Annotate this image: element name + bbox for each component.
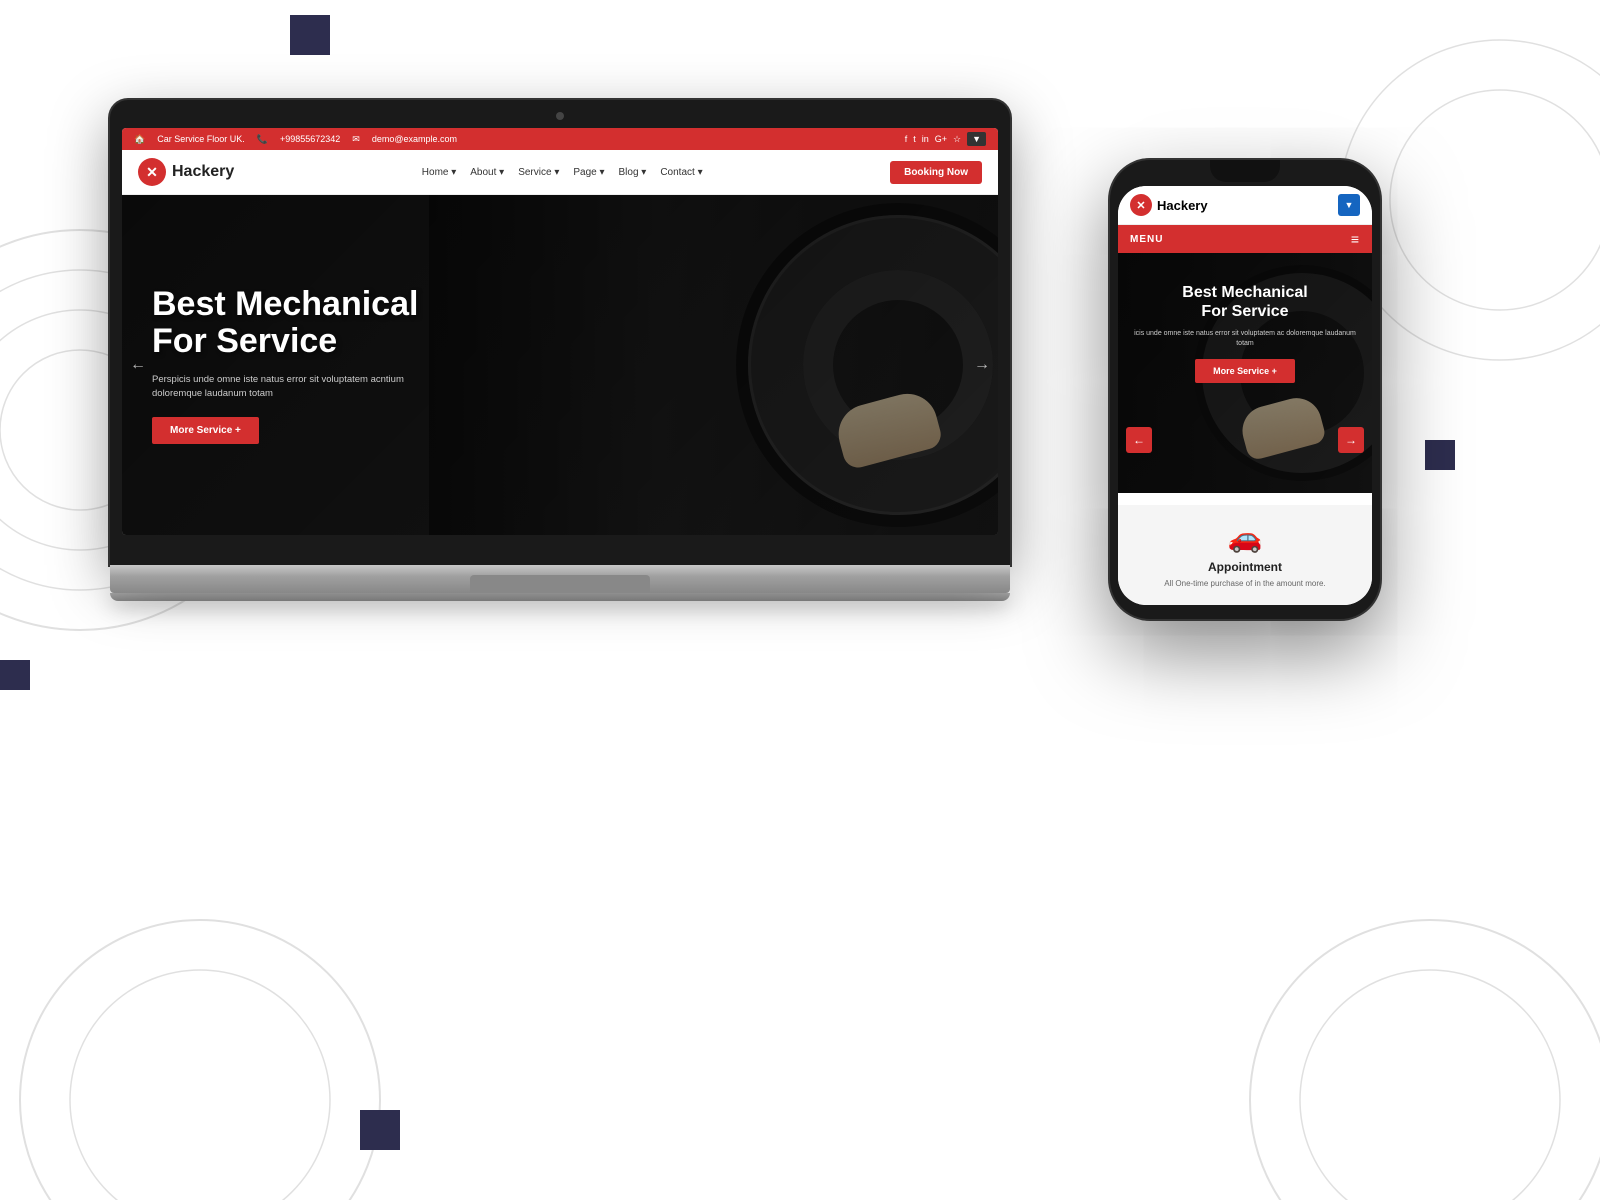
phone-brand-name: Hackery: [1157, 198, 1208, 213]
phone-logo: ✕ Hackery: [1130, 194, 1208, 216]
phone-menu-label: MENU: [1130, 234, 1163, 245]
phone-mockup: ✕ Hackery ▼ MENU ≡: [1110, 160, 1380, 619]
phone-menu-bar: MENU ≡: [1118, 225, 1372, 253]
deco-square-3: [1425, 440, 1455, 470]
phone-hero: Best Mechanical For Service icis unde om…: [1118, 253, 1372, 493]
nav-page[interactable]: Page ▾: [573, 167, 604, 178]
nav-links: Home ▾ About ▾ Service ▾ Page ▾ Blog ▾ C…: [422, 167, 703, 178]
laptop-base: [110, 565, 1010, 593]
nav-contact[interactable]: Contact ▾: [660, 167, 702, 178]
phone-card-text: All One-time purchase of in the amount m…: [1130, 578, 1360, 589]
logo-icon: ✕: [138, 158, 166, 186]
hero-section: Best Mechanical For Service Perspicis un…: [122, 195, 998, 535]
email-icon: ✉: [352, 134, 360, 145]
phone-card-section: 🚗 Appointment All One-time purchase of i…: [1118, 505, 1372, 605]
phone-prev-arrow[interactable]: ←: [1126, 427, 1152, 453]
hero-title-line1: Best Mechanical: [152, 286, 418, 323]
address-icon: 🏠: [134, 134, 145, 145]
nav-bar: ✕ Hackery Home ▾ About ▾ Service ▾ Page …: [122, 150, 998, 195]
brand-name: Hackery: [172, 163, 234, 181]
address-text: Car Service Floor UK.: [157, 134, 245, 144]
deco-square-2: [0, 660, 30, 690]
more-service-button[interactable]: More Service +: [152, 417, 259, 444]
car-icon: 🚗: [1130, 521, 1360, 554]
hero-content: Best Mechanical For Service Perspicis un…: [122, 256, 448, 474]
social-tw[interactable]: t: [913, 134, 916, 144]
hero-subtitle: Perspicis unde omne iste natus error sit…: [152, 373, 412, 402]
booking-button[interactable]: Booking Now: [890, 161, 982, 184]
hero-prev-arrow[interactable]: ←: [130, 356, 146, 374]
laptop-mockup: 🏠 Car Service Floor UK. 📞 +99855672342 ✉…: [110, 100, 1010, 601]
phone-lang-toggle[interactable]: ▼: [1338, 194, 1360, 216]
social-fb[interactable]: f: [905, 134, 908, 144]
phone-website: ✕ Hackery ▼ MENU ≡: [1118, 186, 1372, 605]
hero-title-line2: For Service: [152, 323, 418, 360]
social-star[interactable]: ☆: [953, 134, 961, 145]
website-content: 🏠 Car Service Floor UK. 📞 +99855672342 ✉…: [122, 128, 998, 535]
phone-logo-icon: ✕: [1130, 194, 1152, 216]
phone-outer: ✕ Hackery ▼ MENU ≡: [1110, 160, 1380, 619]
top-bar: 🏠 Car Service Floor UK. 📞 +99855672342 ✉…: [122, 128, 998, 150]
phone-hero-line1: Best Mechanical: [1132, 283, 1358, 302]
laptop-foot: [110, 593, 1010, 601]
deco-square-1: [290, 15, 330, 55]
phone-more-service-button[interactable]: More Service +: [1195, 359, 1295, 383]
phone-hero-title: Best Mechanical For Service: [1132, 283, 1358, 321]
laptop-notch: [470, 575, 650, 593]
hero-title: Best Mechanical For Service: [152, 286, 418, 361]
phone-screen: ✕ Hackery ▼ MENU ≡: [1118, 186, 1372, 605]
phone-hero-subtitle: icis unde omne iste natus error sit volu…: [1132, 329, 1358, 349]
phone-icon: 📞: [257, 134, 268, 145]
nav-about[interactable]: About ▾: [470, 167, 504, 178]
phone-card-title: Appointment: [1130, 560, 1360, 574]
deco-square-4: [360, 1110, 400, 1150]
top-bar-right: f t in G+ ☆ ▼: [905, 132, 986, 146]
laptop-camera: [556, 112, 564, 120]
social-gp[interactable]: G+: [935, 134, 947, 144]
phone-notch: [1210, 160, 1280, 182]
phone-nav: ✕ Hackery ▼: [1118, 186, 1372, 225]
phone-next-arrow[interactable]: →: [1338, 427, 1364, 453]
nav-blog[interactable]: Blog ▾: [619, 167, 647, 178]
phone-hamburger-icon[interactable]: ≡: [1351, 231, 1360, 247]
nav-home[interactable]: Home ▾: [422, 167, 456, 178]
phone-card-spacer: [1118, 493, 1372, 505]
laptop-screen-outer: 🏠 Car Service Floor UK. 📞 +99855672342 ✉…: [110, 100, 1010, 565]
logo: ✕ Hackery: [138, 158, 234, 186]
laptop-screen: 🏠 Car Service Floor UK. 📞 +99855672342 ✉…: [122, 128, 998, 535]
top-bar-left: 🏠 Car Service Floor UK. 📞 +99855672342 ✉…: [134, 134, 457, 145]
phone-text: +99855672342: [280, 134, 340, 144]
scene: 🏠 Car Service Floor UK. 📞 +99855672342 ✉…: [0, 0, 1600, 1200]
phone-hero-content: Best Mechanical For Service icis unde om…: [1118, 253, 1372, 397]
lang-toggle[interactable]: ▼: [967, 132, 986, 146]
email-text: demo@example.com: [372, 134, 457, 144]
phone-arrows: ← →: [1118, 427, 1372, 453]
phone-hero-line2: For Service: [1132, 302, 1358, 321]
social-in[interactable]: in: [922, 134, 929, 144]
nav-service[interactable]: Service ▾: [518, 167, 559, 178]
hero-next-arrow[interactable]: →: [974, 356, 990, 374]
